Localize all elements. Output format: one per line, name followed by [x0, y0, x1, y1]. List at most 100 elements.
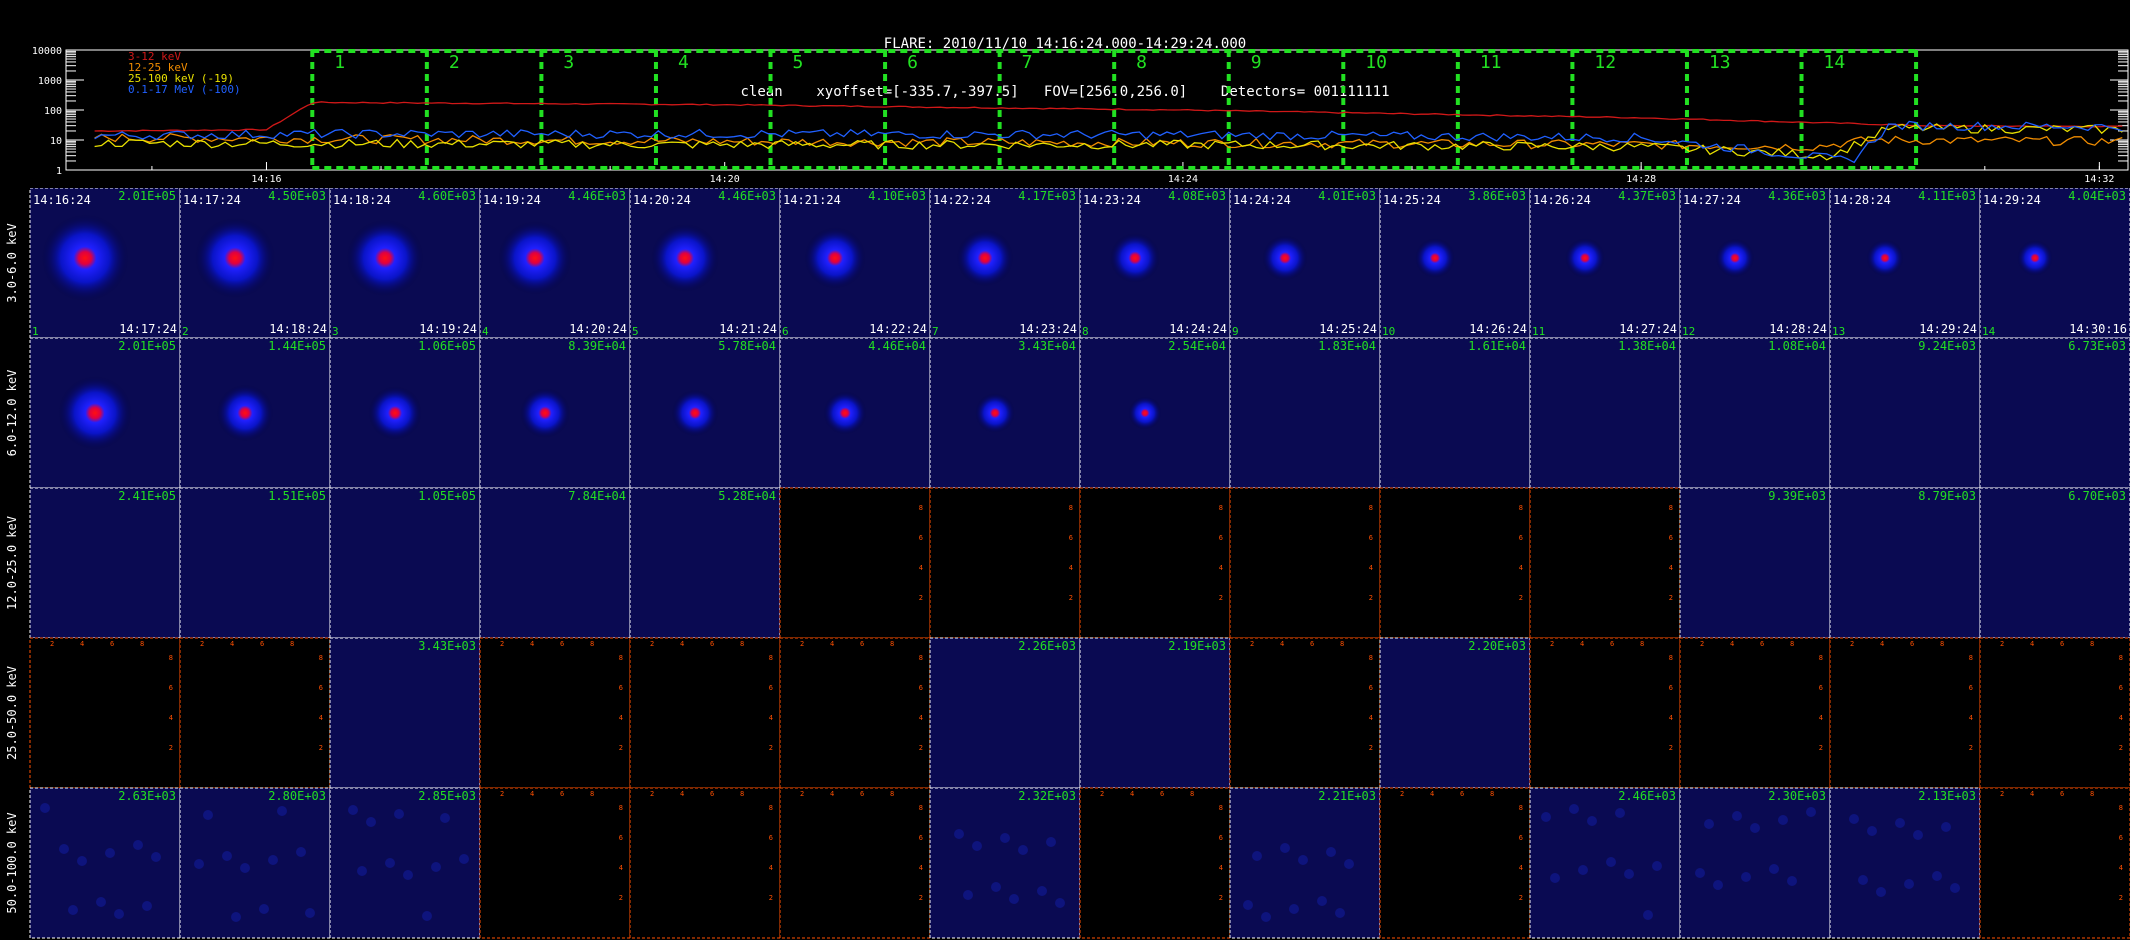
- noise-speck: [40, 803, 50, 813]
- image-panel: [1679, 637, 1831, 789]
- panel-peak-value: 2.01E+05: [118, 189, 176, 203]
- source-blob: [974, 392, 1016, 434]
- noise-speck: [357, 866, 367, 876]
- noise-speck: [348, 805, 358, 815]
- panel-tick-label: 2: [919, 744, 923, 752]
- panel-tick-label: 6: [1460, 790, 1464, 798]
- panel-tick-label: 4: [919, 564, 923, 572]
- panel-peak-value: 4.10E+03: [868, 189, 926, 203]
- panel-start-time: 14:18:24: [333, 193, 391, 207]
- image-panel: [1979, 487, 2130, 639]
- noise-speck: [1326, 847, 1336, 857]
- interval-label: 14: [1824, 52, 1846, 73]
- panel-tick-label: 6: [1669, 534, 1673, 542]
- source-blob: [823, 391, 867, 435]
- noise-speck: [77, 856, 87, 866]
- noise-speck: [1280, 843, 1290, 853]
- panel-tick-label: 6: [1369, 534, 1373, 542]
- panel-peak-value: 1.51E+05: [268, 489, 326, 503]
- panel-tick-label: 2: [619, 894, 623, 902]
- panel-end-time: 14:20:24: [569, 322, 627, 336]
- panel-tick-label: 2: [619, 744, 623, 752]
- panel-tick-label: 8: [1219, 504, 1223, 512]
- panel-tick-label: 8: [1819, 654, 1823, 662]
- image-panel: [1079, 487, 1231, 639]
- image-panel: [1229, 337, 1381, 489]
- noise-speck: [1037, 886, 1047, 896]
- row-label: 12.0-25.0 keV: [5, 516, 19, 610]
- image-panel: [1679, 487, 1831, 639]
- source-blob: [368, 386, 422, 440]
- noise-speck: [1615, 808, 1625, 818]
- panel-tick-label: 4: [1219, 864, 1223, 872]
- panel-start-time: 14:21:24: [783, 193, 841, 207]
- panel-end-time: 14:23:24: [1019, 322, 1077, 336]
- panel-tick-label: 8: [1069, 504, 1073, 512]
- noise-speck: [954, 829, 964, 839]
- panel-tick-label: 4: [1430, 790, 1434, 798]
- panel-tick-label: 2: [200, 640, 204, 648]
- panel-tick-label: 2: [769, 894, 773, 902]
- noise-speck: [1876, 887, 1886, 897]
- panel-peak-value: 2.46E+03: [1618, 789, 1676, 803]
- panel-tick-label: 2: [2119, 744, 2123, 752]
- noise-speck: [1550, 873, 1560, 883]
- noise-speck: [68, 905, 78, 915]
- panel-interval-number: 5: [632, 325, 639, 338]
- panel-tick-label: 4: [530, 790, 534, 798]
- panel-interval-number: 7: [932, 325, 939, 338]
- panel-tick-label: 4: [1280, 640, 1284, 648]
- noise-speck: [203, 810, 213, 820]
- image-panel: [629, 487, 781, 639]
- panel-tick-label: 4: [169, 714, 173, 722]
- noise-speck: [151, 852, 161, 862]
- panel-interval-number: 12: [1682, 325, 1695, 338]
- noise-speck: [259, 904, 269, 914]
- panel-tick-label: 8: [2119, 654, 2123, 662]
- noise-speck: [1298, 855, 1308, 865]
- panel-peak-value: 4.01E+03: [1318, 189, 1376, 203]
- panel-tick-label: 2: [1369, 744, 1373, 752]
- noise-speck: [385, 858, 395, 868]
- image-panel: [1379, 487, 1531, 639]
- noise-speck: [1932, 871, 1942, 881]
- x-tick-label: 14:20: [710, 174, 740, 185]
- panel-end-time: 14:22:24: [869, 322, 927, 336]
- image-panel: [1979, 637, 2130, 789]
- image-panel: [929, 637, 1081, 789]
- noise-speck: [394, 809, 404, 819]
- panel-tick-label: 2: [1850, 640, 1854, 648]
- panel-peak-value: 1.08E+04: [1768, 339, 1826, 353]
- panel-peak-value: 2.41E+05: [118, 489, 176, 503]
- panel-peak-value: 9.39E+03: [1768, 489, 1826, 503]
- panel-peak-value: 3.86E+03: [1468, 189, 1526, 203]
- panel-tick-label: 4: [919, 714, 923, 722]
- legend-entry: 0.1-17 MeV (-100): [128, 83, 241, 96]
- panel-tick-label: 4: [80, 640, 84, 648]
- panel-tick-label: 6: [919, 534, 923, 542]
- noise-speck: [440, 813, 450, 823]
- panel-tick-label: 4: [680, 790, 684, 798]
- panel-tick-label: 8: [169, 654, 173, 662]
- source-blob: [1866, 239, 1904, 277]
- panel-tick-label: 6: [2119, 684, 2123, 692]
- panel-peak-value: 4.36E+03: [1768, 189, 1826, 203]
- source-blob: [671, 389, 719, 437]
- panel-end-time: 14:24:24: [1169, 322, 1227, 336]
- image-panel: [479, 487, 631, 639]
- panel-tick-label: 2: [1700, 640, 1704, 648]
- panel-tick-label: 6: [1160, 790, 1164, 798]
- panel-tick-label: 4: [769, 864, 773, 872]
- image-panel: [779, 487, 931, 639]
- image-panel: [479, 637, 631, 789]
- x-tick-label: 14:24: [1168, 174, 1198, 185]
- panel-tick-label: 6: [1610, 640, 1614, 648]
- image-panel: [1379, 637, 1531, 789]
- panel-peak-value: 7.84E+04: [568, 489, 626, 503]
- panel-tick-label: 6: [2060, 640, 2064, 648]
- panel-end-time: 14:30:16: [2069, 322, 2127, 336]
- interval-label: 4: [678, 52, 689, 73]
- image-panel: [779, 787, 931, 939]
- noise-speck: [1806, 807, 1816, 817]
- panel-tick-label: 4: [1880, 640, 1884, 648]
